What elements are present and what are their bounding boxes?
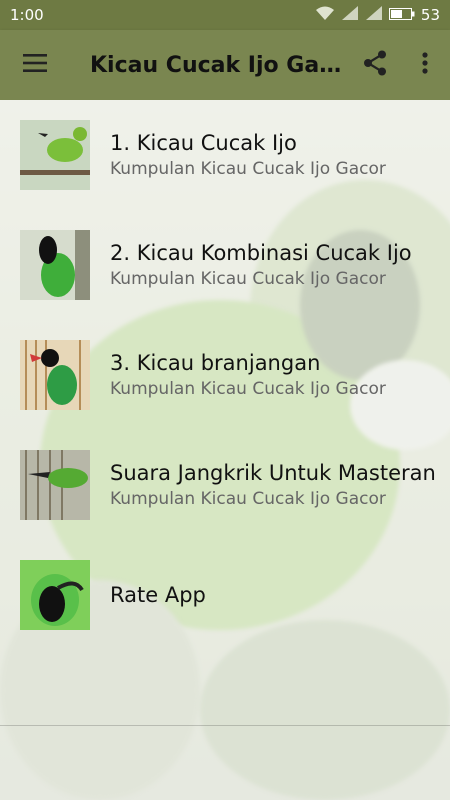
share-icon xyxy=(363,50,387,80)
rate-app-label: Rate App xyxy=(110,583,206,607)
bird-thumbnail-2 xyxy=(20,230,90,300)
audio-list: 1. Kicau Cucak Ijo Kumpulan Kicau Cucak … xyxy=(0,100,450,650)
list-item[interactable]: 2. Kicau Kombinasi Cucak Ijo Kumpulan Ki… xyxy=(0,210,450,320)
list-item-rate-app[interactable]: Rate App xyxy=(0,540,450,650)
list-item-subtitle: Kumpulan Kicau Cucak Ijo Gacor xyxy=(110,159,386,179)
list-item[interactable]: 1. Kicau Cucak Ijo Kumpulan Kicau Cucak … xyxy=(0,100,450,210)
wifi-icon xyxy=(315,5,335,25)
list-item-title: 1. Kicau Cucak Ijo xyxy=(110,131,297,155)
list-item[interactable]: 3. Kicau branjangan Kumpulan Kicau Cucak… xyxy=(0,320,450,430)
battery-icon xyxy=(388,6,415,24)
hamburger-menu-icon xyxy=(23,54,47,76)
signal-icon xyxy=(341,5,359,25)
status-icons: 53 xyxy=(315,5,440,25)
status-time: 1:00 xyxy=(10,6,44,24)
bird-thumbnail-5 xyxy=(20,560,90,630)
bird-thumbnail-4 xyxy=(20,450,90,520)
more-vert-icon xyxy=(422,52,428,78)
signal-icon-2 xyxy=(365,5,383,25)
bird-thumbnail-3 xyxy=(20,340,90,410)
bird-thumbnail-1 xyxy=(20,120,90,190)
page-title: Kicau Cucak Ijo Gacor xyxy=(90,52,350,78)
list-item-subtitle: Kumpulan Kicau Cucak Ijo Gacor xyxy=(110,489,386,509)
list-item-subtitle: Kumpulan Kicau Cucak Ijo Gacor xyxy=(110,269,386,289)
list-item-title: 3. Kicau branjangan xyxy=(110,351,321,375)
menu-button[interactable] xyxy=(0,30,70,100)
app-bar: Kicau Cucak Ijo Gacor xyxy=(0,30,450,100)
status-bar: 1:00 53 xyxy=(0,0,450,30)
overflow-menu-button[interactable] xyxy=(400,30,450,100)
list-item[interactable]: Suara Jangkrik Untuk Masteran Kumpulan K… xyxy=(0,430,450,540)
battery-level: 53 xyxy=(420,6,440,24)
list-item-title: Suara Jangkrik Untuk Masteran xyxy=(110,461,436,485)
divider xyxy=(0,725,450,726)
share-button[interactable] xyxy=(350,30,400,100)
list-item-title: 2. Kicau Kombinasi Cucak Ijo xyxy=(110,241,412,265)
list-item-subtitle: Kumpulan Kicau Cucak Ijo Gacor xyxy=(110,379,386,399)
